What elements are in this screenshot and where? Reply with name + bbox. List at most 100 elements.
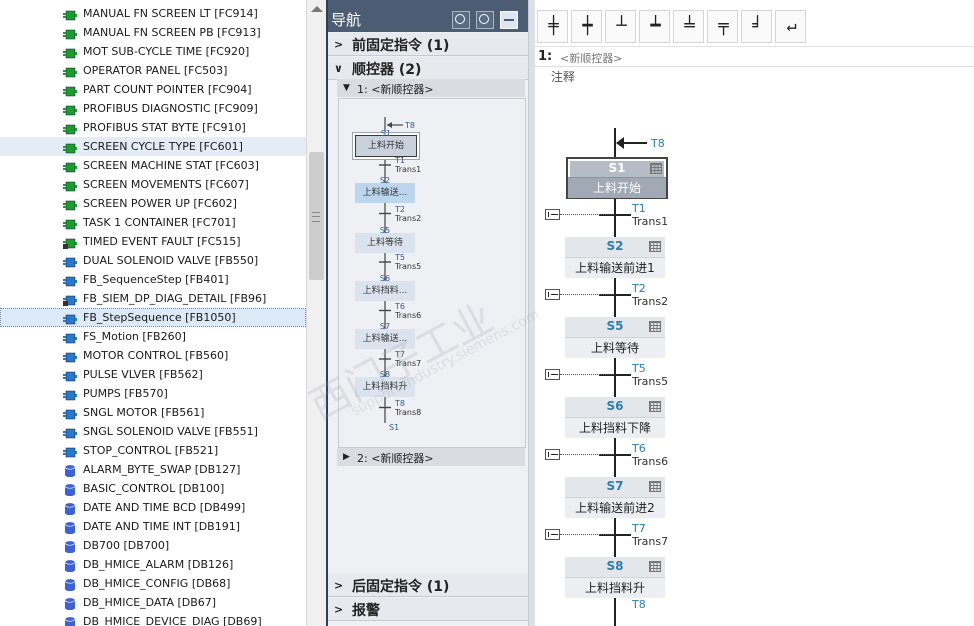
- overview-transition-name: Trans2: [395, 213, 422, 223]
- zoom-in-button[interactable]: [452, 11, 470, 29]
- tree-item[interactable]: DB_HMICE_CONFIG [DB68]: [0, 574, 306, 593]
- tree-item[interactable]: PROFIBUS STAT BYTE [FC910]: [0, 118, 306, 137]
- overview-transition-number: T5: [395, 253, 405, 262]
- tree-item-label: DB_HMICE_ALARM [DB126]: [83, 558, 234, 571]
- insert-step-button[interactable]: ┿: [571, 10, 602, 43]
- tree-scrollbar[interactable]: [306, 0, 327, 626]
- tree-item[interactable]: FS_Motion [FB260]: [0, 327, 306, 346]
- chevron-right-icon: >: [334, 603, 344, 616]
- tree-item[interactable]: OPERATOR PANEL [FC503]: [0, 61, 306, 80]
- action-table-icon[interactable]: [649, 321, 661, 332]
- tree-item[interactable]: MOT SUB-CYCLE TIME [FC920]: [0, 42, 306, 61]
- sequencer-1-header[interactable]: ▼ 1: <新顺控器>: [337, 79, 525, 97]
- tree-item-label: SCREEN MOVEMENTS [FC607]: [83, 178, 249, 191]
- tree-item[interactable]: DB700 [DB700]: [0, 536, 306, 555]
- chevron-right-icon: >: [334, 38, 344, 51]
- tree-item[interactable]: PUMPS [FB570]: [0, 384, 306, 403]
- overview-step[interactable]: S6 上料挡料...: [355, 274, 415, 301]
- step-box[interactable]: S7 上料输送前进2: [565, 477, 665, 518]
- action-table-icon[interactable]: [649, 561, 661, 572]
- tree-item[interactable]: SNGL MOTOR [FB561]: [0, 403, 306, 422]
- insert-simultaneous-branch-button[interactable]: ╧: [673, 10, 704, 43]
- tree-item[interactable]: FB_StepSequence [FB1050]: [0, 308, 306, 327]
- action-table-icon[interactable]: [649, 241, 661, 252]
- tree-item[interactable]: DUAL SOLENOID VALVE [FB550]: [0, 251, 306, 270]
- section-sequencers[interactable]: ∨ 顺控器 (2): [328, 57, 528, 80]
- transition-condition-icon[interactable]: [545, 529, 560, 540]
- insert-transition-button[interactable]: ┷: [639, 10, 670, 43]
- tree-item[interactable]: BASIC_CONTROL [DB100]: [0, 479, 306, 498]
- tree-item-label: SNGL SOLENOID VALVE [FB551]: [83, 425, 258, 438]
- tree-item[interactable]: SCREEN CYCLE TYPE [FC601]: [0, 137, 306, 156]
- scroll-up-icon[interactable]: [311, 6, 323, 12]
- tree-item[interactable]: DB_HMICE_ALARM [DB126]: [0, 555, 306, 574]
- transition-condition-icon[interactable]: [545, 209, 560, 220]
- fit-width-button[interactable]: [500, 11, 518, 29]
- action-table-icon[interactable]: [649, 401, 661, 412]
- tree-item[interactable]: PART COUNT POINTER [FC904]: [0, 80, 306, 99]
- insert-alternative-branch-button[interactable]: ╤: [707, 10, 738, 43]
- tree-item[interactable]: SNGL SOLENOID VALVE [FB551]: [0, 422, 306, 441]
- tree-item[interactable]: SCREEN MOVEMENTS [FC607]: [0, 175, 306, 194]
- tree-item[interactable]: DATE AND TIME BCD [DB499]: [0, 498, 306, 517]
- overview-step[interactable]: S7 上料输送...: [355, 322, 415, 349]
- fb-block-icon: [63, 369, 77, 382]
- step-box[interactable]: S5 上料等待: [565, 317, 665, 358]
- navigation-splitter[interactable]: [528, 0, 535, 626]
- graph-toolbar: ╪ ┿ ┴ ┷ ╧ ╤ ╛ ↵: [535, 0, 974, 47]
- step-box[interactable]: S8 上料挡料升: [565, 557, 665, 598]
- tree-item[interactable]: PROFIBUS DIAGNOSTIC [FC909]: [0, 99, 306, 118]
- close-branch-button[interactable]: ╛: [741, 10, 772, 43]
- insert-jump-button[interactable]: ┴: [605, 10, 636, 43]
- tree-item[interactable]: TASK 1 CONTAINER [FC701]: [0, 213, 306, 232]
- action-table-icon[interactable]: [650, 163, 662, 174]
- action-table-icon[interactable]: [649, 481, 661, 492]
- tree-item[interactable]: DATE AND TIME INT [DB191]: [0, 517, 306, 536]
- section-alarms[interactable]: > 报警: [328, 598, 528, 621]
- tree-item[interactable]: STOP_CONTROL [FB521]: [0, 441, 306, 460]
- tree-item[interactable]: SCREEN MACHINE STAT [FC603]: [0, 156, 306, 175]
- section-pre-instructions[interactable]: > 前固定指令 (1): [328, 33, 528, 56]
- sequencer-2-header[interactable]: ▶ 2: <新顺控器>: [337, 448, 525, 466]
- jump-in-label[interactable]: T8: [651, 137, 665, 150]
- transition-condition-icon[interactable]: [545, 449, 560, 460]
- tree-item-label: DB_HMICE_CONFIG [DB68]: [83, 577, 231, 590]
- tree-item[interactable]: FB_SIEM_DP_DIAG_DETAIL [FB96]: [0, 289, 306, 308]
- tree-item[interactable]: MANUAL FN SCREEN PB [FC913]: [0, 23, 306, 42]
- fb-block-icon: [63, 388, 77, 401]
- tree-item[interactable]: DB_HMICE_DEVICE_DIAG [DB69]: [0, 612, 306, 626]
- overview-step[interactable]: S5 上料等待: [355, 226, 415, 253]
- tree-item[interactable]: MOTOR CONTROL [FB560]: [0, 346, 306, 365]
- db-block-icon: [63, 521, 77, 535]
- section-post-instructions[interactable]: > 后固定指令 (1): [328, 574, 528, 597]
- overview-transition-number: T1: [395, 156, 405, 165]
- tree-item-label: FS_Motion [FB260]: [83, 330, 186, 343]
- section-sequencers-label: 顺控器 (2): [352, 62, 422, 78]
- tree-item-label: DB_HMICE_DEVICE_DIAG [DB69]: [83, 615, 262, 626]
- tree-item-label: DATE AND TIME BCD [DB499]: [83, 501, 246, 514]
- tree-item[interactable]: DB_HMICE_DATA [DB67]: [0, 593, 306, 612]
- tree-item[interactable]: TIMED EVENT FAULT [FC515]: [0, 232, 306, 251]
- transition-condition-icon[interactable]: [545, 289, 560, 300]
- tree-item[interactable]: MANUAL FN SCREEN LT [FC914]: [0, 4, 306, 23]
- insert-return-button[interactable]: ↵: [775, 10, 806, 43]
- fb-block-icon: [63, 274, 77, 287]
- tree-item[interactable]: SCREEN POWER UP [FC602]: [0, 194, 306, 213]
- tree-item[interactable]: PULSE VLVER [FB562]: [0, 365, 306, 384]
- step-box[interactable]: S1 上料开始: [566, 157, 668, 199]
- sequencer-title[interactable]: <新顺控器>: [560, 50, 622, 66]
- transition-condition-icon[interactable]: [545, 369, 560, 380]
- sequencer-overview[interactable]: S1 上料开始 S2 上料输送... S5 上料等待 S6 上料挡料... S7 上料输送... S…: [338, 98, 526, 448]
- zoom-out-button[interactable]: [476, 11, 494, 29]
- comment-field[interactable]: 注释: [551, 68, 575, 85]
- step-box[interactable]: S6 上料挡料下降: [565, 397, 665, 438]
- overview-step[interactable]: S8 上料挡料升: [355, 370, 415, 397]
- tree-item[interactable]: FB_SequenceStep [FB401]: [0, 270, 306, 289]
- overview-step[interactable]: S2 上料输送...: [355, 176, 415, 203]
- insert-step-transition-button[interactable]: ╪: [537, 10, 568, 43]
- section-alarms-label: 报警: [352, 603, 380, 619]
- step-box[interactable]: S2 上料输送前进1: [565, 237, 665, 278]
- overview-step[interactable]: S1 上料开始: [355, 129, 417, 157]
- tree-item[interactable]: ALARM_BYTE_SWAP [DB127]: [0, 460, 306, 479]
- tree-item-label: TIMED EVENT FAULT [FC515]: [83, 235, 241, 248]
